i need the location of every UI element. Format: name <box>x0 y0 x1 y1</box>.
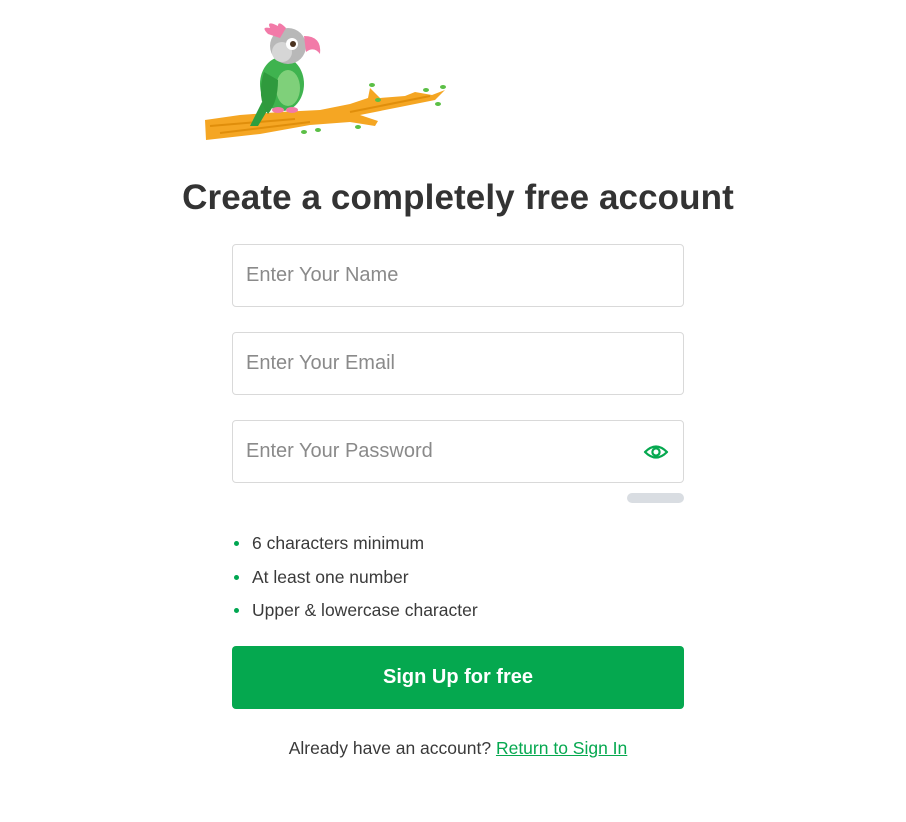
bullet-icon <box>234 608 239 613</box>
password-rules-list: 6 characters minimum At least one number… <box>232 530 478 631</box>
bullet-icon <box>234 541 239 546</box>
name-field[interactable] <box>232 244 684 307</box>
parrot-logo-illustration <box>205 23 446 140</box>
signup-button[interactable]: Sign Up for free <box>232 646 684 709</box>
email-field[interactable] <box>232 332 684 395</box>
rule-label: Upper & lowercase character <box>252 600 478 620</box>
signup-page: Create a completely free account 6 chara… <box>0 0 906 822</box>
email-input[interactable] <box>233 333 683 394</box>
rule-label: 6 characters minimum <box>252 533 425 553</box>
eye-icon[interactable] <box>643 440 669 464</box>
page-title: Create a completely free account <box>182 178 734 217</box>
password-input[interactable] <box>233 421 683 482</box>
signin-prompt-text: Already have an account? <box>288 738 492 758</box>
password-rule-length: 6 characters minimum <box>232 530 478 564</box>
signin-prompt: Already have an account? Return to Sign … <box>0 738 906 759</box>
bullet-icon <box>234 574 239 580</box>
return-to-signin-link[interactable]: Return to Sign In <box>496 738 627 758</box>
password-field[interactable] <box>232 420 684 483</box>
rule-label: At least one number <box>252 566 409 587</box>
name-input[interactable] <box>233 245 683 306</box>
password-strength-bar <box>627 493 684 503</box>
password-rule-number: At least one number <box>232 564 478 598</box>
password-rule-case: Upper & lowercase character <box>232 597 478 631</box>
